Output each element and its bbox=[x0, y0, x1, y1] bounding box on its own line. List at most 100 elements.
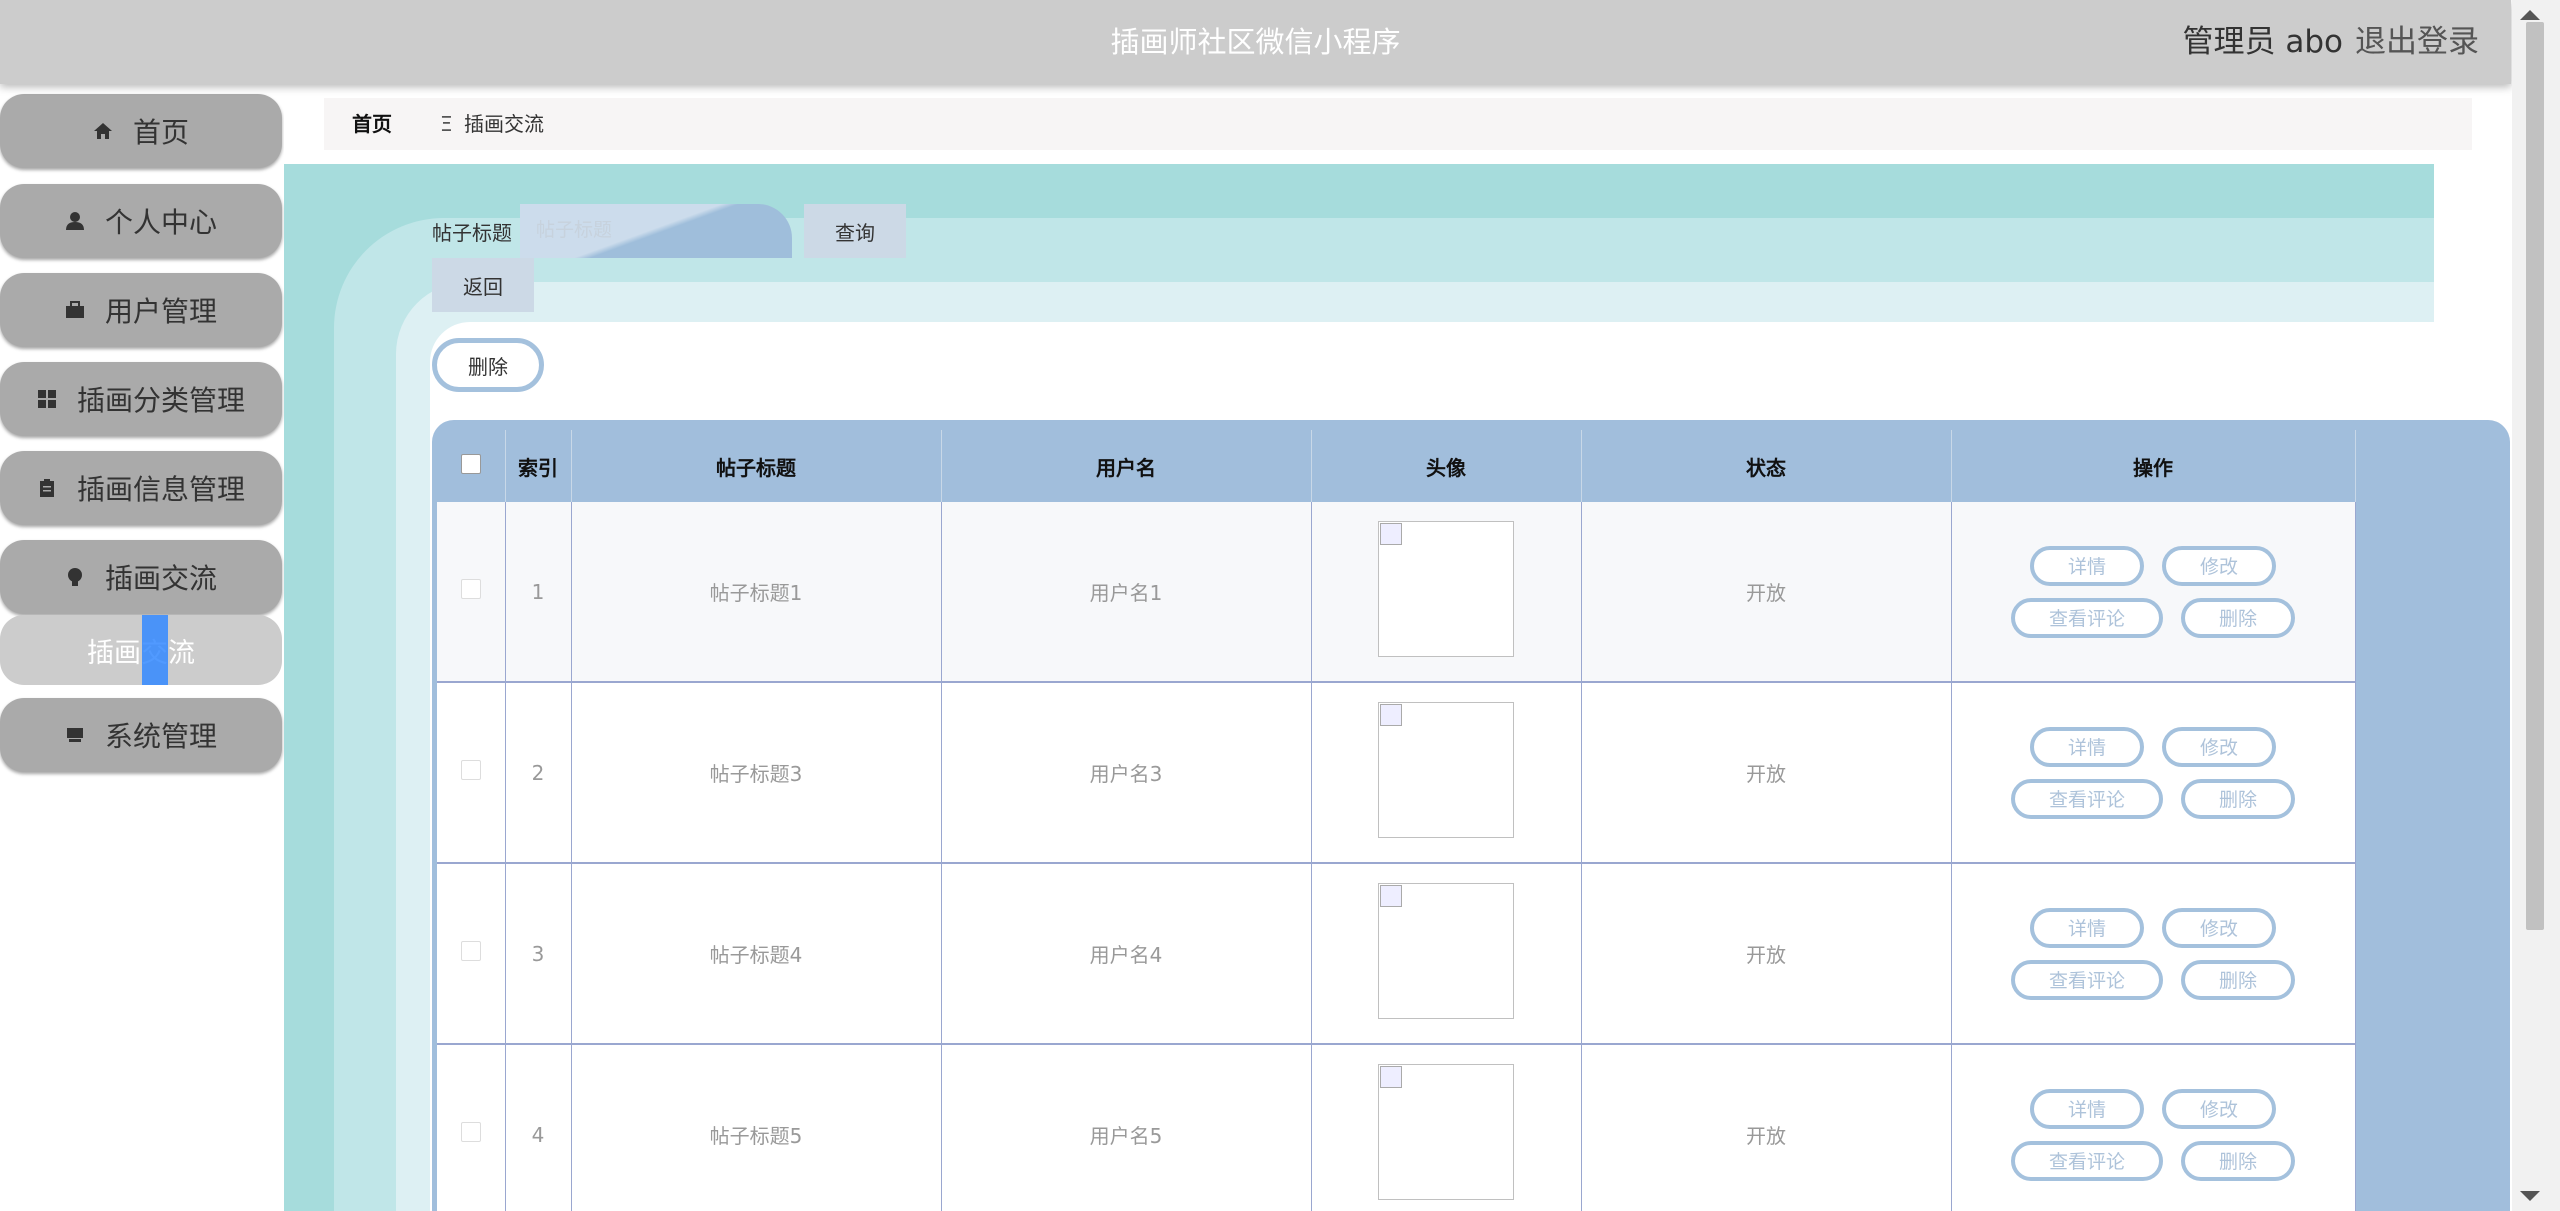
top-header: 插画师社区微信小程序 管理员 abo 退出登录 bbox=[0, 0, 2511, 84]
cell-title: 帖子标题5 bbox=[571, 1044, 942, 1211]
page-scrollbar[interactable] bbox=[2512, 0, 2560, 1211]
view-comments-button[interactable]: 查看评论 bbox=[2011, 778, 2163, 819]
cell-index: 3 bbox=[505, 863, 572, 1045]
column-header-username: 用户名 bbox=[941, 430, 1312, 502]
search-label: 帖子标题 bbox=[432, 221, 512, 245]
cell-actions: 详情 修改 查看评论 删除 bbox=[1951, 502, 2356, 683]
data-table-container: 索引 帖子标题 用户名 头像 状态 操作 1 帖子标题1 用户名1 开放 详情 … bbox=[432, 420, 2510, 1211]
table-row: 4 帖子标题5 用户名5 开放 详情 修改 查看评论 删除 bbox=[437, 1044, 2356, 1211]
table-header-row: 索引 帖子标题 用户名 头像 状态 操作 bbox=[437, 430, 2356, 502]
detail-button[interactable]: 详情 bbox=[2030, 1088, 2144, 1129]
broken-image-icon bbox=[1380, 885, 1402, 907]
batch-delete-button[interactable]: 删除 bbox=[432, 338, 544, 392]
edit-button[interactable]: 修改 bbox=[2162, 545, 2276, 586]
delete-row-button[interactable]: 删除 bbox=[2181, 959, 2295, 1000]
breadcrumb-current: 插画交流 bbox=[464, 112, 544, 136]
column-header-actions: 操作 bbox=[1951, 430, 2356, 502]
cell-username: 用户名5 bbox=[941, 1044, 1312, 1211]
delete-row-button[interactable]: 删除 bbox=[2181, 778, 2295, 819]
select-all-cell[interactable] bbox=[437, 430, 506, 502]
cell-actions: 详情 修改 查看评论 删除 bbox=[1951, 682, 2356, 864]
view-comments-button[interactable]: 查看评论 bbox=[2011, 597, 2163, 638]
table-row: 1 帖子标题1 用户名1 开放 详情 修改 查看评论 删除 bbox=[437, 502, 2356, 683]
query-button[interactable]: 查询 bbox=[804, 204, 906, 258]
sidebar: 首页 个人中心 用户管理 插画分类管理 插画信息管理 插画交流 插画交流 系统管… bbox=[0, 84, 284, 1211]
column-header-index: 索引 bbox=[505, 430, 572, 502]
sidebar-item-label: 插画分类管理 bbox=[76, 384, 245, 417]
detail-button[interactable]: 详情 bbox=[2030, 545, 2144, 586]
breadcrumb-home[interactable]: 首页 bbox=[352, 98, 392, 150]
cell-index: 1 bbox=[505, 502, 572, 683]
row-select-cell[interactable] bbox=[437, 682, 506, 864]
sidebar-item-label: 插画信息管理 bbox=[76, 473, 245, 506]
edit-button[interactable]: 修改 bbox=[2162, 907, 2276, 948]
sidebar-item-home[interactable]: 首页 bbox=[0, 94, 282, 168]
detail-button[interactable]: 详情 bbox=[2030, 907, 2144, 948]
back-button[interactable]: 返回 bbox=[432, 258, 534, 312]
sidebar-item-label: 用户管理 bbox=[104, 295, 217, 328]
delete-row-button[interactable]: 删除 bbox=[2181, 597, 2295, 638]
sidebar-item-category[interactable]: 插画分类管理 bbox=[0, 362, 282, 436]
sidebar-item-label: 个人中心 bbox=[104, 206, 217, 239]
delete-row-button[interactable]: 删除 bbox=[2181, 1140, 2295, 1181]
cell-actions: 详情 修改 查看评论 删除 bbox=[1951, 1044, 2356, 1211]
cell-title: 帖子标题3 bbox=[571, 682, 942, 864]
avatar bbox=[1378, 702, 1514, 838]
admin-label: 管理员 abo bbox=[2182, 24, 2344, 60]
view-comments-button[interactable]: 查看评论 bbox=[2011, 959, 2163, 1000]
column-header-status: 状态 bbox=[1581, 430, 1952, 502]
edit-button[interactable]: 修改 bbox=[2162, 1088, 2276, 1129]
cell-avatar bbox=[1311, 682, 1582, 864]
grid-icon bbox=[37, 390, 56, 408]
sidebar-item-exchange[interactable]: 插画交流 bbox=[0, 540, 282, 614]
drive-icon bbox=[66, 728, 83, 742]
sidebar-item-illustration-info[interactable]: 插画信息管理 bbox=[0, 451, 282, 525]
select-all-checkbox[interactable] bbox=[460, 453, 481, 474]
cell-index: 2 bbox=[505, 682, 572, 864]
breadcrumb-separator: Ξ bbox=[440, 112, 453, 136]
sidebar-item-system[interactable]: 系统管理 bbox=[0, 698, 282, 772]
edit-button[interactable]: 修改 bbox=[2162, 726, 2276, 767]
row-select-cell[interactable] bbox=[437, 502, 506, 683]
text-selection-highlight bbox=[142, 615, 168, 685]
cell-avatar bbox=[1311, 502, 1582, 683]
scroll-up-icon[interactable] bbox=[2520, 10, 2540, 20]
table-row: 2 帖子标题3 用户名3 开放 详情 修改 查看评论 删除 bbox=[437, 682, 2356, 864]
view-comments-button[interactable]: 查看评论 bbox=[2011, 1140, 2163, 1181]
app-title: 插画师社区微信小程序 bbox=[1110, 25, 1401, 59]
submenu-item-exchange[interactable]: 插画交流 bbox=[0, 615, 282, 685]
clipboard-icon bbox=[39, 479, 54, 497]
scrollbar-thumb[interactable] bbox=[2526, 22, 2544, 930]
avatar bbox=[1378, 883, 1514, 1019]
cell-status: 开放 bbox=[1581, 1044, 1952, 1211]
logout-link[interactable]: 退出登录 bbox=[2355, 0, 2479, 84]
cell-title: 帖子标题1 bbox=[571, 502, 942, 683]
avatar bbox=[1378, 521, 1514, 657]
row-checkbox[interactable] bbox=[460, 579, 481, 599]
cell-status: 开放 bbox=[1581, 863, 1952, 1045]
column-header-avatar: 头像 bbox=[1311, 430, 1582, 502]
sidebar-item-profile[interactable]: 个人中心 bbox=[0, 184, 282, 258]
broken-image-icon bbox=[1380, 1066, 1402, 1088]
row-checkbox[interactable] bbox=[460, 760, 481, 780]
table-row: 3 帖子标题4 用户名4 开放 详情 修改 查看评论 删除 bbox=[437, 863, 2356, 1045]
user-icon bbox=[65, 212, 84, 230]
cell-index: 4 bbox=[505, 1044, 572, 1211]
column-header-title: 帖子标题 bbox=[571, 430, 942, 502]
row-checkbox[interactable] bbox=[460, 941, 481, 961]
cell-avatar bbox=[1311, 1044, 1582, 1211]
data-table: 索引 帖子标题 用户名 头像 状态 操作 1 帖子标题1 用户名1 开放 详情 … bbox=[437, 430, 2356, 1211]
main-content: 首页 Ξ 插画交流 帖子标题 查询 返回 删除 索引 帖子标题 用户名 头像 bbox=[284, 84, 2512, 1211]
cell-avatar bbox=[1311, 863, 1582, 1045]
search-input[interactable] bbox=[520, 204, 792, 258]
row-select-cell[interactable] bbox=[437, 1044, 506, 1211]
detail-button[interactable]: 详情 bbox=[2030, 726, 2144, 767]
row-select-cell[interactable] bbox=[437, 863, 506, 1045]
row-checkbox[interactable] bbox=[460, 1122, 481, 1142]
sidebar-item-users[interactable]: 用户管理 bbox=[0, 273, 282, 347]
cell-username: 用户名4 bbox=[941, 863, 1312, 1045]
cell-username: 用户名3 bbox=[941, 682, 1312, 864]
sidebar-item-label: 首页 bbox=[132, 116, 189, 149]
scroll-down-icon[interactable] bbox=[2520, 1191, 2540, 1201]
home-icon bbox=[93, 123, 112, 139]
